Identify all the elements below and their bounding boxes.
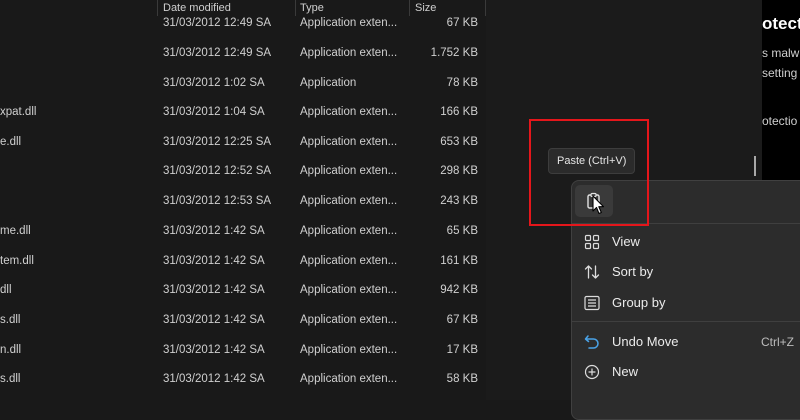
file-date: 31/03/2012 1:42 SA	[163, 255, 265, 267]
file-type: Application exten...	[300, 136, 398, 148]
table-row[interactable]: xpat.dll 31/03/2012 1:04 SA Application …	[0, 101, 486, 123]
sort-icon	[584, 265, 600, 279]
file-name: n.dll	[0, 344, 22, 356]
menu-divider	[572, 321, 800, 322]
file-size: 1.752 KB	[430, 47, 478, 59]
file-size: 58 KB	[446, 373, 478, 385]
file-date: 31/03/2012 12:49 SA	[163, 17, 272, 29]
file-date: 31/03/2012 1:04 SA	[163, 106, 265, 118]
file-size: 166 KB	[440, 106, 478, 118]
pane-text: setting	[762, 66, 798, 80]
menu-item-shortcut: Ctrl+Z	[761, 335, 794, 349]
file-type: Application exten...	[300, 373, 398, 385]
table-row[interactable]: s.dll 31/03/2012 1:42 SA Application ext…	[0, 368, 486, 390]
file-size: 653 KB	[440, 136, 478, 148]
menu-item-label: Sort by	[612, 264, 654, 279]
file-name: e.dll	[0, 136, 22, 148]
file-list-pane: Date modified Type Size 31/03/2012 12:49…	[0, 0, 486, 400]
file-size: 17 KB	[446, 344, 478, 356]
menu-item-sort-by[interactable]: Sort by	[572, 257, 800, 287]
file-type: Application exten...	[300, 195, 398, 207]
file-size: 65 KB	[446, 225, 478, 237]
file-size: 298 KB	[440, 165, 478, 177]
file-type: Application exten...	[300, 344, 398, 356]
file-name: me.dll	[0, 225, 31, 237]
table-row[interactable]: s.dll 31/03/2012 1:42 SA Application ext…	[0, 309, 486, 331]
table-row[interactable]: n.dll 31/03/2012 1:42 SA Application ext…	[0, 339, 486, 361]
menu-item-label: Undo Move	[612, 334, 679, 349]
file-date: 31/03/2012 1:02 SA	[163, 77, 265, 89]
file-date: 31/03/2012 1:42 SA	[163, 373, 265, 385]
file-type: Application exten...	[300, 47, 398, 59]
file-type: Application exten...	[300, 165, 398, 177]
file-type: Application exten...	[300, 314, 398, 326]
file-date: 31/03/2012 12:25 SA	[163, 136, 272, 148]
file-name: s.dll	[0, 373, 21, 385]
mouse-cursor-icon	[592, 195, 605, 215]
menu-item-label: New	[612, 364, 639, 379]
scrollbar-thumb[interactable]	[754, 156, 756, 176]
table-row[interactable]: dll 31/03/2012 1:42 SA Application exten…	[0, 279, 486, 301]
list-icon	[584, 295, 600, 311]
file-size: 243 KB	[440, 195, 478, 207]
file-type: Application	[300, 77, 357, 89]
file-date: 31/03/2012 1:42 SA	[163, 225, 265, 237]
menu-item-label: View	[612, 234, 640, 249]
file-date: 31/03/2012 12:52 SA	[163, 165, 272, 177]
table-row[interactable]: 31/03/2012 12:53 SA Application exten...…	[0, 190, 486, 212]
file-size: 78 KB	[446, 77, 478, 89]
table-row[interactable]: 31/03/2012 12:49 SA Application exten...…	[0, 12, 486, 34]
file-name: dll	[0, 284, 12, 296]
menu-item-label: Group by	[612, 295, 666, 310]
file-type: Application exten...	[300, 17, 398, 29]
table-row[interactable]: 31/03/2012 12:49 SA Application exten...…	[0, 42, 486, 64]
table-row[interactable]: 31/03/2012 12:52 SA Application exten...…	[0, 160, 486, 182]
file-type: Application exten...	[300, 255, 398, 267]
pane-text: s malw	[762, 46, 800, 60]
file-date: 31/03/2012 1:42 SA	[163, 344, 265, 356]
table-row[interactable]: me.dll 31/03/2012 1:42 SA Application ex…	[0, 220, 486, 242]
file-type: Application exten...	[300, 225, 398, 237]
file-name: tem.dll	[0, 255, 34, 267]
file-type: Application exten...	[300, 284, 398, 296]
menu-item-view[interactable]: View	[572, 227, 800, 257]
menu-item-new[interactable]: New	[572, 357, 800, 387]
paste-tooltip: Paste (Ctrl+V)	[548, 148, 636, 174]
file-date: 31/03/2012 1:42 SA	[163, 314, 265, 326]
file-date: 31/03/2012 12:49 SA	[163, 47, 272, 59]
menu-divider	[572, 223, 800, 224]
grid-icon	[584, 234, 600, 250]
menu-item-undo-move[interactable]: Undo Move Ctrl+Z	[572, 327, 800, 357]
plus-circle-icon	[584, 364, 600, 380]
file-name: s.dll	[0, 314, 21, 326]
table-row[interactable]: 31/03/2012 1:02 SA Application 78 KB	[0, 72, 486, 94]
file-type: Application exten...	[300, 106, 398, 118]
file-date: 31/03/2012 12:53 SA	[163, 195, 272, 207]
file-size: 161 KB	[440, 255, 478, 267]
table-row[interactable]: e.dll 31/03/2012 12:25 SA Application ex…	[0, 131, 486, 153]
pane-title: otect	[762, 14, 800, 33]
menu-item-group-by[interactable]: Group by	[572, 288, 800, 318]
file-size: 67 KB	[446, 17, 478, 29]
file-name: xpat.dll	[0, 106, 37, 118]
pane-text: otectio	[762, 114, 798, 128]
file-size: 942 KB	[440, 284, 478, 296]
undo-icon	[584, 335, 599, 349]
table-row[interactable]: tem.dll 31/03/2012 1:42 SA Application e…	[0, 250, 486, 272]
file-date: 31/03/2012 1:42 SA	[163, 284, 265, 296]
file-size: 67 KB	[446, 314, 478, 326]
